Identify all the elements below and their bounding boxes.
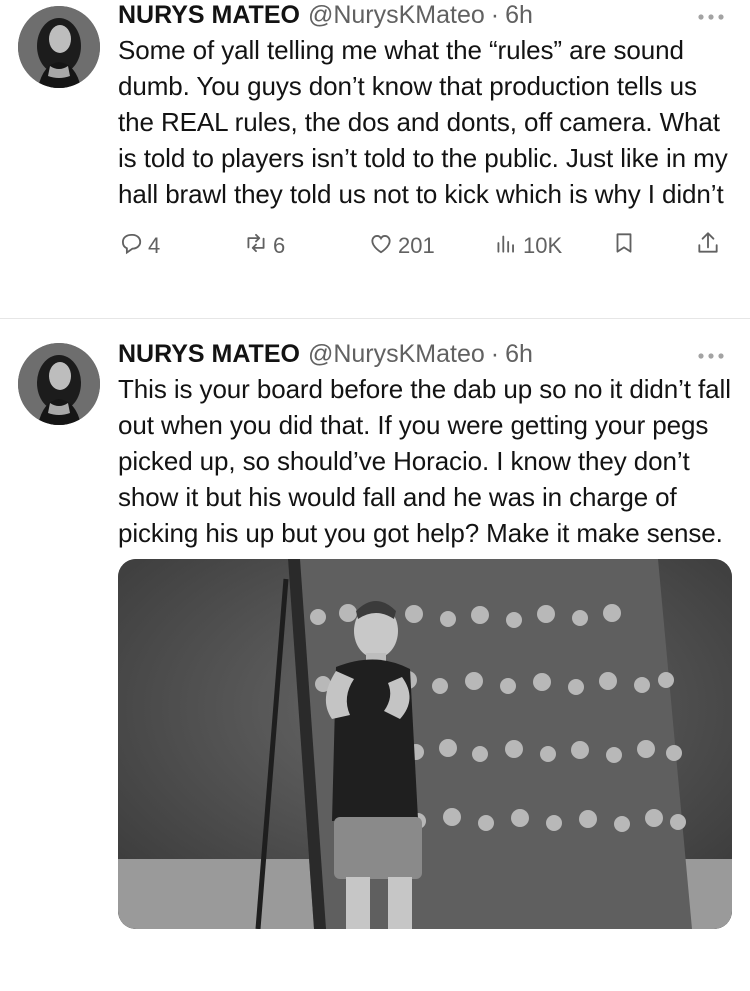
heart-icon (368, 230, 394, 262)
retweet-count: 6 (273, 233, 286, 258)
author-name[interactable]: NURYS MATEO (118, 0, 300, 30)
like-count: 201 (398, 233, 435, 258)
more-icon[interactable] (696, 349, 726, 363)
timestamp[interactable]: 6h (505, 0, 533, 30)
separator-dot: · (490, 340, 500, 368)
tweet[interactable]: NURYS MATEO @NurysKMateo · 6h Some of ya… (0, 0, 750, 318)
share-button[interactable] (695, 230, 721, 262)
avatar[interactable] (18, 6, 100, 88)
separator-dot: · (490, 1, 500, 29)
retweet-button[interactable]: 6 (243, 230, 368, 262)
views-button[interactable]: 10K (493, 230, 611, 262)
tweet-text: Some of yall telling me what the “rules”… (118, 35, 728, 209)
avatar[interactable] (18, 343, 100, 425)
action-bar: 4 6 201 10K (118, 226, 738, 266)
author-name[interactable]: NURYS MATEO (118, 339, 300, 369)
views-icon (493, 230, 519, 262)
retweet-icon (243, 230, 269, 262)
timestamp[interactable]: 6h (505, 339, 533, 369)
reply-icon (118, 230, 144, 262)
views-count: 10K (523, 233, 563, 258)
author-handle[interactable]: @NurysKMateo (308, 339, 485, 369)
bookmark-icon (611, 230, 637, 262)
tweet-text: This is your board before the dab up so … (118, 374, 731, 548)
tweet-header: NURYS MATEO @NurysKMateo · 6h (118, 0, 732, 30)
tweet-photo[interactable] (118, 559, 732, 929)
more-icon[interactable] (696, 10, 726, 24)
share-icon (695, 230, 721, 262)
reply-count: 4 (148, 233, 161, 258)
photo-content (118, 559, 732, 929)
reply-button[interactable]: 4 (118, 230, 243, 262)
tweet-header: NURYS MATEO @NurysKMateo · 6h (118, 339, 732, 369)
bookmark-button[interactable] (611, 230, 695, 262)
like-button[interactable]: 201 (368, 230, 493, 262)
author-handle[interactable]: @NurysKMateo (308, 0, 485, 30)
tweet[interactable]: NURYS MATEO @NurysKMateo · 6h This is yo… (0, 319, 750, 929)
